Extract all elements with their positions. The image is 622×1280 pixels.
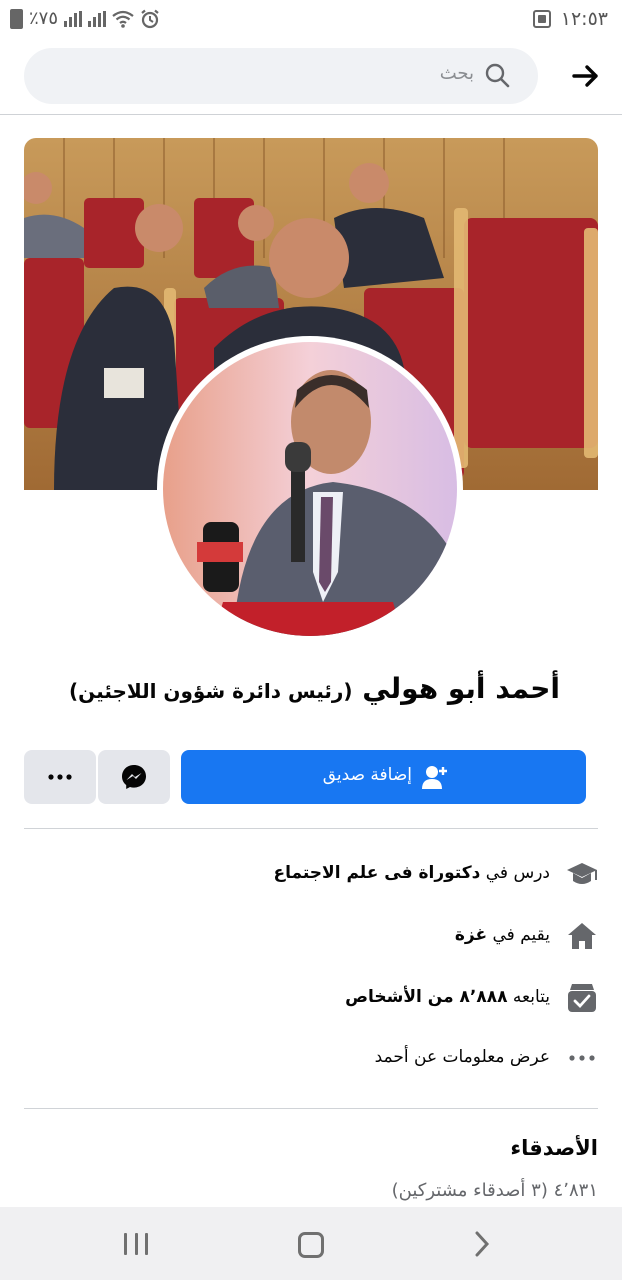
search-icon — [485, 63, 510, 88]
lives-prefix: يقيم في — [492, 925, 550, 945]
add-friend-button[interactable]: إضافة صديق — [181, 750, 586, 804]
system-nav-bar — [0, 1207, 622, 1280]
friends-mutual: (٣ أصدقاء مشتركين) — [391, 1180, 548, 1201]
education-value: دكتوراة فى علم الاجتماع — [273, 863, 481, 883]
profile-name-text: أحمد أبو هولي — [362, 672, 560, 705]
status-left: ٧٥٪ — [10, 8, 160, 29]
graduation-cap-icon — [567, 863, 597, 884]
friends-count[interactable]: ٤٬٨٣١ (٣ أصدقاء مشتركين) — [392, 1180, 598, 1201]
signal-icon — [64, 10, 83, 27]
intro-education: درس في دكتوراة فى علم الاجتماع — [24, 854, 598, 894]
more-dots-icon — [48, 774, 72, 780]
more-options-button[interactable] — [24, 750, 96, 804]
alarm-icon — [141, 9, 159, 28]
avatar[interactable] — [157, 336, 463, 642]
followers-value: ٨٬٨٨٨ من الأشخاص — [345, 987, 508, 1007]
friends-title: الأصدقاء — [510, 1136, 598, 1160]
signal-icon — [88, 10, 107, 27]
messenger-icon — [122, 765, 146, 789]
header-divider — [0, 114, 622, 115]
messenger-button[interactable] — [98, 750, 170, 804]
notification-icon — [532, 10, 551, 28]
search-input[interactable]: بحث — [24, 48, 538, 104]
education-prefix: درس في — [485, 863, 550, 883]
recents-icon[interactable] — [124, 1233, 148, 1255]
followers-prefix: يتابعه — [512, 987, 550, 1007]
battery-icon — [10, 8, 23, 29]
section-divider — [24, 828, 598, 829]
intro-followers: يتابعه ٨٬٨٨٨ من الأشخاص — [24, 978, 598, 1018]
status-right: ١٢:٥٣ — [532, 8, 608, 30]
intro-lives: يقيم في غزة — [24, 916, 598, 956]
section-divider — [24, 1108, 598, 1109]
wifi-icon — [112, 10, 134, 28]
back-arrow-icon[interactable] — [568, 58, 604, 94]
lives-value: غزة — [454, 925, 488, 945]
more-dots-icon — [569, 1055, 595, 1061]
status-bar: ٧٥٪ ١٢:٥٣ — [0, 0, 622, 38]
friends-total: ٤٬٨٣١ — [553, 1180, 598, 1201]
search-placeholder: بحث — [439, 63, 474, 84]
followers-icon — [568, 984, 596, 1012]
clock: ١٢:٥٣ — [560, 8, 608, 30]
profile-name: أحمد أبو هولي (رئيس دائرة شؤون اللاجئين) — [69, 672, 560, 705]
profile-title: (رئيس دائرة شؤون اللاجئين) — [69, 679, 353, 703]
home-icon — [568, 923, 596, 949]
add-friend-label: إضافة صديق — [322, 765, 412, 785]
more-info-link: عرض معلومات عن أحمد — [374, 1047, 550, 1067]
add-friend-icon — [422, 766, 447, 789]
home-button-icon[interactable] — [298, 1232, 324, 1258]
chevron-back-icon[interactable] — [474, 1231, 490, 1257]
intro-more-info[interactable]: عرض معلومات عن أحمد — [24, 1038, 598, 1078]
battery-level: ٧٥٪ — [29, 8, 59, 29]
